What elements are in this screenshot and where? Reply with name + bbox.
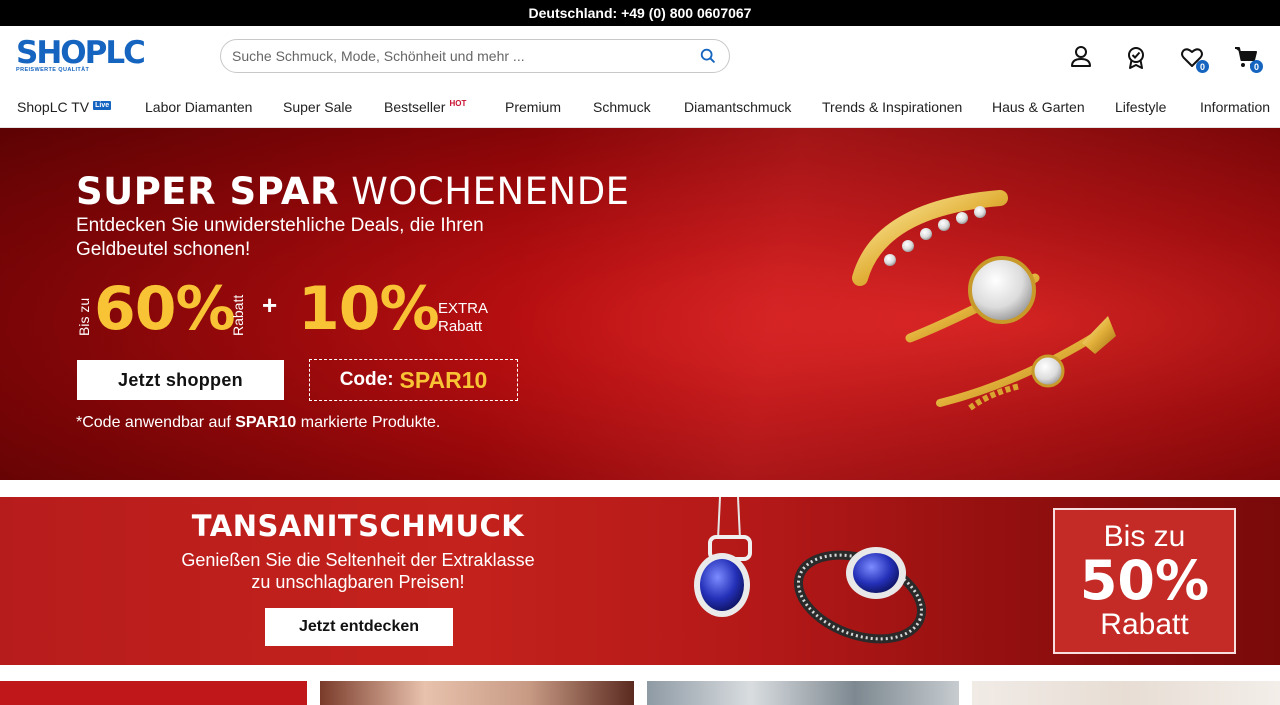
shoplc-logo[interactable]: SHOPLC PREISWERTE QUALITÄT <box>16 35 146 74</box>
discount-box-50: Bis zu 50% Rabatt <box>1053 508 1236 654</box>
live-tag: Live <box>93 101 112 110</box>
banner2-subtitle-line1: Genießen Sie die Seltenheit der Extrakla… <box>181 550 535 570</box>
discover-button[interactable]: Jetzt entdecken <box>265 608 453 646</box>
nav-item-label: Trends & Inspirationen <box>822 99 963 115</box>
main-navigation: ShopLC TV Live Labor Diamanten Super Sale… <box>0 88 1280 128</box>
extra-rabatt-label: EXTRA Rabatt <box>438 300 488 336</box>
upto-label: Bis zu <box>76 297 92 336</box>
nav-item-label: Labor Diamanten <box>145 99 253 115</box>
wishlist-count-badge: 0 <box>1196 60 1209 73</box>
box-rabatt: Rabatt <box>1100 608 1189 641</box>
tanzanite-jewelry-image <box>694 497 927 644</box>
plus-sign: + <box>262 290 278 320</box>
cart-count-badge: 0 <box>1250 60 1263 73</box>
contact-phone: Deutschland: +49 (0) 800 0607067 <box>528 5 752 21</box>
search-input[interactable] <box>232 48 699 64</box>
account-icon[interactable] <box>1068 44 1094 70</box>
nav-item-label: Lifestyle <box>1115 99 1167 115</box>
nav-item-super-sale[interactable]: Super Sale <box>283 99 352 115</box>
box-percent: 50% <box>1079 549 1210 612</box>
nav-item-trends-inspirationen[interactable]: Trends & Inspirationen <box>822 99 962 115</box>
nav-item-label: Premium <box>505 99 562 115</box>
banner2-subtitle-line2: zu unschlagbaren Preisen! <box>251 572 465 592</box>
category-tile-4[interactable] <box>972 681 1280 705</box>
nav-item-schmuck[interactable]: Schmuck <box>593 99 651 115</box>
nav-item-haus-garten[interactable]: Haus & Garten <box>992 99 1085 115</box>
category-tile-2[interactable] <box>320 681 634 705</box>
cart-icon[interactable]: 0 <box>1233 44 1263 73</box>
note-suffix: markierte Produkte. <box>296 414 441 431</box>
discount-percent-60: 60% <box>94 274 236 344</box>
nav-item-labor-diamanten[interactable]: Labor Diamanten <box>145 99 252 115</box>
rewards-badge-icon[interactable] <box>1123 44 1149 70</box>
nav-item-information[interactable]: Information <box>1200 99 1270 115</box>
banner2-subtitle: Genießen Sie die Seltenheit der Extrakla… <box>0 549 716 593</box>
search-bar <box>220 39 730 73</box>
tansanit-banner[interactable]: TANSANITSCHMUCK Genießen Sie die Seltenh… <box>0 497 1280 665</box>
hero-code-note: *Code anwendbar auf SPAR10 markierte Pro… <box>76 414 440 432</box>
note-code: SPAR10 <box>235 414 297 431</box>
nav-item-label: Super Sale <box>283 99 353 115</box>
hero-subtitle: Entdecken Sie unwiderstehliche Deals, di… <box>76 215 484 260</box>
nav-item-label: Haus & Garten <box>992 99 1085 115</box>
rabatt-label: Rabatt <box>230 294 246 336</box>
category-tile-3[interactable] <box>647 681 959 705</box>
nav-item-label: ShopLC TV <box>17 99 90 115</box>
extra-label: EXTRA <box>438 300 489 317</box>
gold-rings-image <box>852 190 1116 411</box>
banner2-title: TANSANITSCHMUCK <box>191 509 525 543</box>
note-prefix: *Code anwendbar auf <box>76 414 236 431</box>
hero-title: SUPER SPAR WOCHENENDE <box>76 170 630 213</box>
hero-title-bold: SUPER SPAR <box>76 170 339 213</box>
search-icon[interactable] <box>699 47 717 65</box>
hero-banner-super-spar[interactable]: SUPER SPAR WOCHENENDE Entdecken Sie unwi… <box>0 128 1280 480</box>
nav-item-label: Diamantschmuck <box>684 99 792 115</box>
category-tile-1[interactable] <box>0 681 307 705</box>
category-tiles <box>0 681 1280 705</box>
nav-item-bestseller[interactable]: Bestseller HOT <box>384 99 466 115</box>
discount-percent-10: 10% <box>298 274 440 344</box>
code-label: Code: <box>339 369 394 390</box>
hero-title-light: WOCHENENDE <box>351 170 630 213</box>
hot-tag: HOT <box>449 99 467 108</box>
nav-item-premium[interactable]: Premium <box>505 99 561 115</box>
nav-item-lifestyle[interactable]: Lifestyle <box>1115 99 1166 115</box>
code-value: SPAR10 <box>399 366 488 393</box>
nav-item-shoplc-tv[interactable]: ShopLC TV Live <box>17 99 112 115</box>
nav-item-label: Information <box>1200 99 1271 115</box>
nav-item-diamantschmuck[interactable]: Diamantschmuck <box>684 99 791 115</box>
nav-item-label: Bestseller <box>384 99 446 115</box>
wishlist-heart-icon[interactable]: 0 <box>1179 44 1209 73</box>
promo-code-box: Code: SPAR10 <box>309 359 518 401</box>
site-header: SHOPLC PREISWERTE QUALITÄT Suche Schmuck… <box>0 26 1280 88</box>
logo-wordmark: SHOPLC <box>16 35 146 71</box>
shop-now-button[interactable]: Jetzt shoppen <box>77 360 284 400</box>
nav-item-label: Schmuck <box>593 99 651 115</box>
top-contact-bar: Deutschland: +49 (0) 800 0607067 <box>0 0 1280 26</box>
extra-rabatt: Rabatt <box>438 318 483 335</box>
